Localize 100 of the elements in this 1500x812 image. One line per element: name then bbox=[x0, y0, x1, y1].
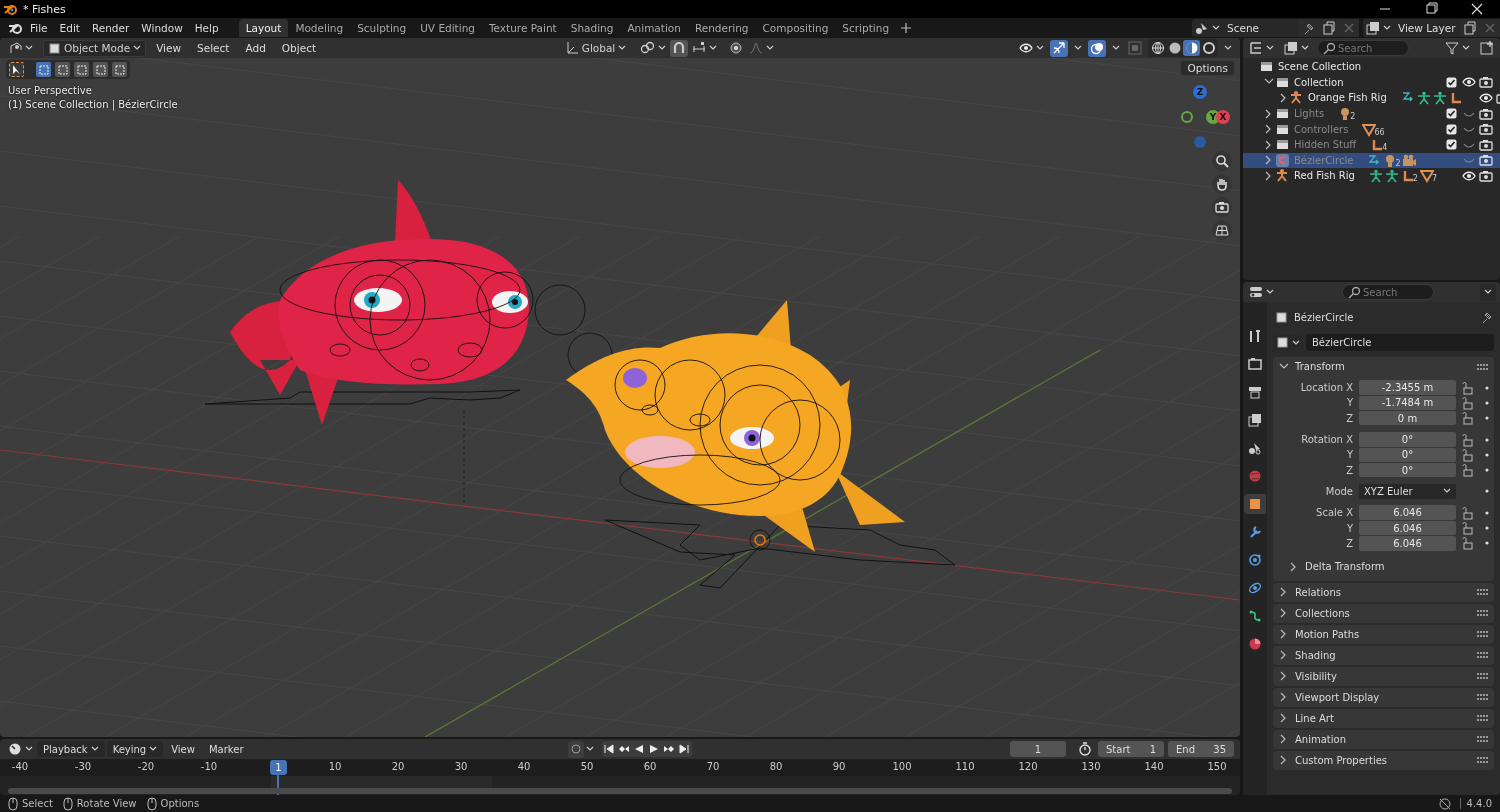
menu-item[interactable]: View bbox=[150, 41, 188, 55]
outliner-row[interactable]: Lights 2 bbox=[1243, 105, 1500, 122]
field-label: Y bbox=[1345, 522, 1353, 534]
field-label: Z bbox=[1345, 464, 1353, 476]
workspace-tab[interactable]: UV Editing bbox=[413, 19, 482, 37]
number-field[interactable]: 6.046 bbox=[1359, 520, 1456, 536]
frame-number: 140 bbox=[1144, 761, 1164, 772]
frame-number: 10 bbox=[328, 761, 342, 772]
workspace-tab[interactable]: Shading bbox=[563, 19, 621, 37]
panel-header[interactable]: Collections bbox=[1273, 603, 1494, 623]
workspace-tab[interactable]: Rendering bbox=[687, 19, 756, 37]
mode-dropdown[interactable]: Object Mode bbox=[43, 39, 147, 57]
panel-header[interactable]: Animation bbox=[1273, 729, 1494, 749]
panel-header[interactable]: Motion Paths bbox=[1273, 624, 1494, 644]
number-field[interactable]: -2.3455 m bbox=[1359, 380, 1456, 395]
menu-item[interactable]: Help bbox=[188, 20, 225, 36]
current-frame-field[interactable]: 1 bbox=[1010, 741, 1066, 757]
outliner-item-name: Orange Fish Rig bbox=[1308, 92, 1387, 104]
mode-dropdown[interactable]: XYZ Euler bbox=[1359, 483, 1456, 499]
menu-item[interactable]: Edit bbox=[53, 20, 86, 36]
menu-dropdown[interactable]: Playback bbox=[37, 741, 105, 757]
item-count: 2 bbox=[1350, 112, 1356, 122]
frame-number: 150 bbox=[1207, 761, 1227, 772]
menu-item[interactable]: Object bbox=[275, 41, 323, 55]
frame-number: 70 bbox=[706, 761, 720, 772]
playhead-frame-label[interactable]: 1 bbox=[270, 760, 287, 775]
number-field[interactable]: 0° bbox=[1359, 447, 1456, 463]
frame-number: 30 bbox=[454, 761, 468, 772]
object-name-field[interactable]: BézierCircle bbox=[1306, 334, 1494, 351]
panel-header[interactable]: Line Art bbox=[1273, 708, 1494, 728]
number-field[interactable]: -1.7484 m bbox=[1359, 395, 1456, 411]
status-hint: Rotate View bbox=[76, 798, 137, 809]
start-frame-field[interactable]: Start 1 bbox=[1098, 741, 1164, 757]
panel-header[interactable]: Relations bbox=[1273, 582, 1494, 602]
outliner-item-name: Controllers bbox=[1294, 123, 1349, 135]
object-name: BézierCircle bbox=[1294, 311, 1354, 323]
outliner-row[interactable]: BézierCircle 2 bbox=[1243, 152, 1500, 169]
field-label: Location X bbox=[1299, 382, 1353, 394]
frame-number: 130 bbox=[1081, 761, 1101, 772]
outliner-item-name: Scene Collection bbox=[1278, 61, 1362, 73]
menu-item[interactable]: Window bbox=[135, 20, 189, 36]
workspace-tab[interactable]: Animation bbox=[620, 19, 688, 37]
number-field[interactable]: 0° bbox=[1359, 432, 1456, 447]
menu-item[interactable]: Render bbox=[85, 20, 136, 36]
workspace-tab[interactable]: Layout bbox=[238, 19, 289, 37]
axis-handle[interactable]: Y bbox=[1206, 110, 1220, 124]
number-field[interactable]: 0° bbox=[1359, 462, 1456, 478]
end-frame-field[interactable]: End 35 bbox=[1168, 741, 1234, 757]
subpanel-header[interactable]: Delta Transform bbox=[1273, 556, 1385, 577]
scene-name-field[interactable]: Scene bbox=[1223, 19, 1299, 37]
workspace-tab[interactable]: Modeling bbox=[288, 19, 351, 37]
menu-dropdown[interactable]: Keying bbox=[106, 741, 164, 757]
options-button[interactable]: Options bbox=[1180, 60, 1235, 76]
workspace-tab[interactable]: Sculpting bbox=[350, 19, 414, 37]
search-field[interactable]: Search bbox=[1317, 40, 1409, 56]
outliner-item-name: BézierCircle bbox=[1294, 154, 1354, 166]
menu-item[interactable]: Add bbox=[239, 41, 272, 55]
outliner-row[interactable]: Scene Collection bbox=[1243, 59, 1500, 75]
frame-number: 120 bbox=[1018, 761, 1038, 772]
panel-header[interactable]: Visibility bbox=[1273, 666, 1494, 686]
outliner-row[interactable]: Collection bbox=[1243, 74, 1500, 91]
menu-item[interactable]: File bbox=[24, 20, 54, 36]
number-field[interactable]: 6.046 bbox=[1359, 505, 1456, 520]
outliner-row[interactable]: Red Fish Rig 2 7 bbox=[1243, 168, 1500, 184]
axis-handle[interactable]: X bbox=[1216, 110, 1230, 124]
menu-item[interactable]: Select bbox=[191, 41, 236, 55]
frame-number: -20 bbox=[137, 761, 155, 772]
window-title: * Fishes bbox=[23, 2, 66, 16]
workspace-tab[interactable]: Texture Paint bbox=[481, 19, 564, 37]
panel-header[interactable]: Shading bbox=[1273, 645, 1494, 665]
outliner-row[interactable]: Controllers 66 bbox=[1243, 121, 1500, 137]
outliner-row[interactable]: Hidden Stuff 4 bbox=[1243, 136, 1500, 153]
orientation-dropdown[interactable]: Global bbox=[562, 39, 629, 57]
status-hint: Select bbox=[22, 798, 53, 809]
number-field[interactable]: 0 m bbox=[1359, 411, 1456, 426]
field-label: Z bbox=[1345, 412, 1353, 424]
number-field[interactable]: 6.046 bbox=[1359, 536, 1456, 551]
frame-number: 100 bbox=[892, 761, 912, 772]
view-layer-field[interactable]: View Layer bbox=[1394, 19, 1460, 37]
panel-header[interactable]: Transform bbox=[1273, 357, 1494, 376]
status-hint: Options bbox=[160, 798, 200, 809]
search-field[interactable]: Search bbox=[1342, 284, 1434, 300]
frame-number: -30 bbox=[74, 761, 92, 772]
field-label: Y bbox=[1345, 397, 1353, 409]
field-label: Mode bbox=[1324, 485, 1353, 497]
outliner-item-name: Hidden Stuff bbox=[1294, 139, 1357, 151]
menu-item[interactable]: Marker bbox=[202, 741, 250, 757]
axis-handle[interactable]: Z bbox=[1193, 85, 1207, 99]
frame-number: 60 bbox=[643, 761, 657, 772]
item-count: 4 bbox=[1382, 143, 1388, 153]
menu-item[interactable]: View bbox=[165, 741, 201, 757]
item-count: 2 bbox=[1412, 174, 1418, 184]
outliner-row[interactable]: Orange Fish Rig bbox=[1243, 90, 1500, 106]
panel-header[interactable]: Viewport Display bbox=[1273, 687, 1494, 707]
view-name-label: User Perspective bbox=[8, 85, 92, 96]
panel-header[interactable]: Custom Properties bbox=[1273, 750, 1494, 770]
outliner-item-name: Red Fish Rig bbox=[1294, 170, 1355, 182]
workspace-tab[interactable]: Compositing bbox=[755, 19, 836, 37]
frame-number: -10 bbox=[200, 761, 218, 772]
workspace-tab[interactable]: Scripting bbox=[835, 19, 897, 37]
